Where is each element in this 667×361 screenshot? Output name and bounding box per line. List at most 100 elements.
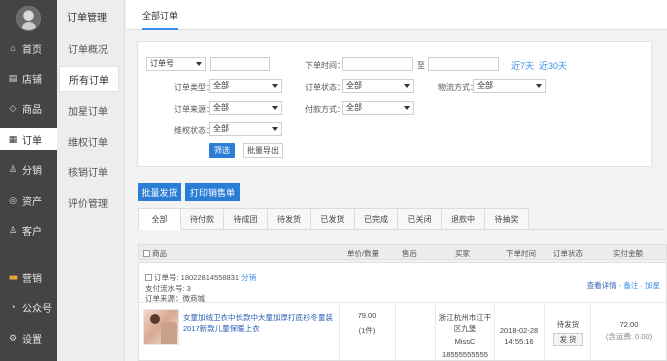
- sidebar-item-store[interactable]: ▤ 店铺: [0, 67, 57, 89]
- sidebar-item-distribution[interactable]: ♙ 分销: [0, 158, 57, 180]
- tab-status-shipped[interactable]: 已发货: [311, 208, 355, 230]
- tab-status-pending-ship[interactable]: 待发货: [268, 208, 311, 230]
- order-subnav: 订单管理 订单概况 所有订单 加星订单 维权订单 核销订单 评价管理: [57, 0, 125, 361]
- tab-status-pending-payment[interactable]: 待付款: [181, 208, 224, 230]
- rights-status-select[interactable]: 全部: [209, 122, 282, 136]
- order-icon: ▦: [8, 133, 18, 144]
- sidebar-item-label: 订单: [22, 135, 42, 147]
- store-icon: ▤: [8, 72, 18, 83]
- chevron-down-icon: [272, 106, 278, 110]
- tab-status-all[interactable]: 全部: [138, 208, 181, 230]
- order-source-label: 订单来源：: [174, 105, 214, 114]
- order-card: 订单号: 18022814558831 分销 支付流水号: 3 订单来源：微商城…: [138, 262, 667, 361]
- note-star-link[interactable]: - 备注 · 加星: [619, 281, 660, 290]
- sidebar-item-goods[interactable]: ◇ 商品: [0, 97, 57, 119]
- view-detail-link[interactable]: 查看详情: [587, 281, 617, 290]
- distribution-icon: ♙: [8, 163, 18, 174]
- sidebar-item-label: 资产: [22, 196, 42, 208]
- header-product-label: 商品: [152, 249, 167, 258]
- order-status: 待发货: [556, 320, 580, 329]
- tab-status-closed[interactable]: 已关闭: [398, 208, 442, 230]
- order-source-select[interactable]: 全部: [209, 101, 282, 115]
- header-order-time: 下单时间: [506, 249, 536, 258]
- filter-button[interactable]: 筛选: [209, 143, 235, 158]
- subnav-item-all-orders[interactable]: 所有订单: [59, 66, 119, 92]
- order-actions: 查看详情 - 备注 · 加星: [587, 280, 660, 291]
- sidebar-item-label: 首页: [22, 44, 42, 56]
- status-tabs: 全部 待付款 待成团 待发货 已发货 已完成 已关闭 退款中 待抽奖: [138, 208, 664, 230]
- sidebar-item-label: 公众号: [22, 303, 52, 315]
- select-all-checkbox[interactable]: [143, 250, 150, 257]
- logistics-select[interactable]: 全部: [473, 79, 546, 93]
- tab-status-pending-lottery[interactable]: 待抽奖: [485, 208, 529, 230]
- payment-label: 付款方式：: [305, 105, 345, 114]
- last-7-days-link[interactable]: 近7天: [511, 59, 534, 72]
- avatar[interactable]: [16, 6, 41, 31]
- buyer-phone: 18555555555: [442, 350, 488, 359]
- batch-export-button[interactable]: 批量导出: [243, 143, 283, 158]
- distribution-tag[interactable]: 分销: [241, 273, 256, 282]
- tag-icon: ◇: [9, 102, 17, 113]
- select-value: 全部: [346, 81, 362, 90]
- order-time-end-input[interactable]: [428, 57, 499, 71]
- order-checkbox[interactable]: [145, 274, 152, 281]
- chevron-down-icon: [272, 84, 278, 88]
- order-time-start-input[interactable]: [342, 57, 413, 71]
- header-status: 订单状态: [553, 249, 583, 258]
- header-amount: 实付金额: [613, 249, 643, 258]
- tab-status-completed[interactable]: 已完成: [355, 208, 398, 230]
- header-buyer: 买家: [455, 249, 470, 258]
- rights-status-label: 维权状态：: [174, 126, 214, 135]
- select-value: 全部: [213, 81, 229, 90]
- batch-ship-button[interactable]: 批量发货: [138, 183, 181, 201]
- shipping-fee: (含运费: 0.00): [605, 332, 653, 341]
- main-sidebar: ⌂ 首页 ▤ 店铺 ◇ 商品 ▦ 订单 ♙ 分销 ◎ 资产 ♙ 客户 ■■ 营销…: [0, 0, 57, 361]
- chevron-down-icon: [272, 127, 278, 131]
- sidebar-item-home[interactable]: ⌂ 首页: [0, 37, 57, 59]
- order-type-select[interactable]: 全部: [209, 79, 282, 93]
- sidebar-item-orders[interactable]: ▦ 订单: [0, 128, 57, 150]
- order-status-select[interactable]: 全部: [342, 79, 414, 93]
- subnav-item-starred-orders[interactable]: 加星订单: [59, 97, 119, 123]
- unit-price: 79.00: [357, 311, 377, 320]
- product-thumbnail[interactable]: [143, 309, 179, 345]
- sidebar-item-settings[interactable]: ⚙ 设置: [0, 327, 57, 349]
- paid-amount: 72.00: [619, 320, 639, 329]
- sidebar-item-wechat[interactable]: ◔ 公众号: [0, 296, 57, 318]
- subnav-item-verify-orders[interactable]: 核销订单: [59, 158, 119, 184]
- column-divider: [544, 302, 545, 360]
- subnav-item-rights-orders[interactable]: 维权订单: [59, 128, 119, 154]
- subnav-title: 订单管理: [67, 13, 107, 24]
- product-name-link[interactable]: 女童加绒卫衣中长款中大童加厚打底衫冬童装2017新款儿童保暖上衣: [183, 312, 333, 334]
- sidebar-item-customers[interactable]: ♙ 客户: [0, 219, 57, 241]
- tab-all-orders[interactable]: 全部订单: [142, 9, 179, 30]
- order-number-input[interactable]: [210, 57, 270, 71]
- subnav-item-overview[interactable]: 订单概况: [59, 35, 119, 61]
- tab-status-refunding[interactable]: 退款中: [442, 208, 485, 230]
- order-number-type-select[interactable]: 订单号: [146, 57, 206, 71]
- buyer-name: MissC: [454, 337, 476, 346]
- filter-panel: 订单号 下单时间： 至 近7天 近30天 订单类型： 全部 订单状态： 全部 物…: [137, 41, 652, 167]
- select-value: 全部: [213, 124, 229, 133]
- marketing-icon: ■■: [9, 272, 18, 282]
- header-after-sale: 售后: [402, 249, 417, 258]
- sidebar-item-assets[interactable]: ◎ 资产: [0, 189, 57, 211]
- sidebar-item-label: 商品: [22, 104, 42, 116]
- sidebar-item-marketing[interactable]: ■■ 营销: [0, 266, 57, 288]
- order-number: 订单号: 18022814558831 分销: [145, 272, 256, 283]
- payment-select[interactable]: 全部: [342, 101, 414, 115]
- to-label: 至: [417, 61, 425, 70]
- tab-status-pending-group[interactable]: 待成团: [224, 208, 268, 230]
- customer-icon: ♙: [8, 224, 18, 235]
- order-number-text: 订单号: 18022814558831: [154, 273, 240, 282]
- last-30-days-link[interactable]: 近30天: [539, 59, 567, 72]
- quantity: (1件): [358, 326, 376, 335]
- ship-button[interactable]: 发 货: [553, 333, 583, 346]
- main-content: 全部订单 订单号 下单时间： 至 近7天 近30天 订单类型： 全部 订单状态：…: [126, 0, 667, 361]
- subnav-item-reviews[interactable]: 评价管理: [59, 189, 119, 215]
- settings-icon: ⚙: [8, 332, 18, 343]
- print-sales-button[interactable]: 打印销售单: [185, 183, 240, 201]
- chevron-down-icon: [404, 106, 410, 110]
- column-divider: [339, 302, 340, 360]
- select-value: 全部: [346, 103, 362, 112]
